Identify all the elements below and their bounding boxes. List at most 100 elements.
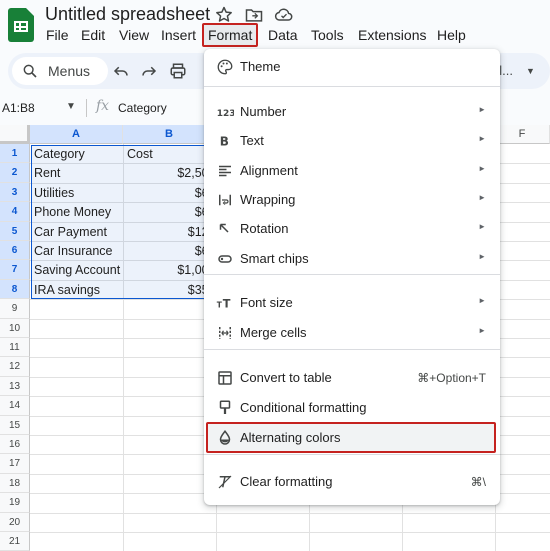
search-menus-button[interactable]: Menus — [12, 57, 108, 85]
font-size-icon: TT — [216, 294, 234, 312]
row-header-18[interactable]: 18 — [0, 473, 30, 494]
menu-extensions[interactable]: Extensions — [358, 23, 426, 47]
row-gridline — [30, 512, 550, 514]
menu-format[interactable]: Format — [202, 23, 259, 47]
menu-insert[interactable]: Insert — [161, 23, 196, 47]
format-menu-item-alternating-colors[interactable]: Alternating colors — [206, 422, 496, 453]
format-menu-item-wrapping[interactable]: Wrapping ► — [204, 186, 500, 214]
font-family-caret-icon[interactable]: ▼ — [526, 66, 535, 76]
cell-a1[interactable]: Category — [34, 147, 122, 161]
row-header-21[interactable]: 21 — [0, 532, 30, 551]
menu-view[interactable]: View — [119, 23, 149, 47]
svg-text:T: T — [217, 301, 223, 310]
submenu-arrow-icon: ► — [478, 252, 486, 261]
submenu-arrow-icon: ► — [478, 134, 486, 143]
menu-file[interactable]: File — [46, 23, 69, 47]
format-menu-item-smart-chips[interactable]: Smart chips ► — [204, 245, 500, 273]
formula-divider — [86, 99, 87, 117]
row-header-7[interactable]: 7 — [0, 260, 30, 280]
menu-item-label: Merge cells — [240, 325, 307, 340]
fill-drop-icon — [216, 429, 234, 447]
row-header-3[interactable]: 3 — [0, 182, 30, 203]
move-folder-icon[interactable] — [244, 5, 264, 25]
print-icon[interactable] — [169, 62, 187, 80]
column-header-b[interactable]: B — [123, 125, 216, 144]
redo-icon[interactable] — [140, 62, 158, 80]
menu-edit[interactable]: Edit — [81, 23, 105, 47]
row-header-11[interactable]: 11 — [0, 338, 30, 358]
cell-a5[interactable]: Car Payment — [34, 225, 122, 239]
row-header-8[interactable]: 8 — [0, 279, 30, 300]
chip-icon — [216, 250, 234, 268]
cell-a2[interactable]: Rent — [34, 166, 122, 180]
format-menu-item-merge-cells[interactable]: Merge cells ► — [204, 319, 500, 347]
select-all-corner[interactable] — [0, 125, 30, 144]
cell-b1[interactable]: Cost — [127, 147, 215, 161]
format-menu-item-number[interactable]: 123 Number ► — [204, 98, 500, 126]
menu-separator — [204, 86, 500, 87]
row-header-17[interactable]: 17 — [0, 454, 30, 474]
menu-item-label: Theme — [240, 59, 281, 74]
cloud-status-icon[interactable] — [274, 5, 294, 25]
align-icon — [216, 162, 234, 180]
menu-item-label: Convert to table — [240, 370, 332, 385]
row-header-16[interactable]: 16 — [0, 435, 30, 455]
row-header-12[interactable]: 12 — [0, 357, 30, 377]
number-format-icon: 123 — [216, 103, 236, 121]
cell-a4[interactable]: Phone Money — [34, 205, 122, 219]
row-header-2[interactable]: 2 — [0, 163, 30, 183]
submenu-arrow-icon: ► — [478, 164, 486, 173]
format-menu-item-rotation[interactable]: Rotation ► — [204, 215, 500, 243]
bold-icon: B — [216, 132, 234, 150]
column-header-a[interactable]: A — [30, 125, 123, 144]
star-icon[interactable] — [214, 5, 234, 25]
submenu-arrow-icon: ► — [478, 326, 486, 335]
keyboard-shortcut: ⌘+Option+T — [417, 371, 486, 385]
menu-tools[interactable]: Tools — [311, 23, 344, 47]
row-header-20[interactable]: 20 — [0, 512, 30, 532]
sheets-logo-icon[interactable] — [8, 8, 34, 42]
submenu-arrow-icon: ► — [478, 105, 486, 114]
row-header-4[interactable]: 4 — [0, 202, 30, 222]
menu-help[interactable]: Help — [437, 23, 466, 47]
menu-item-label: Conditional formatting — [240, 400, 367, 415]
keyboard-shortcut: ⌘\ — [470, 475, 486, 489]
menu-item-label: Alternating colors — [240, 430, 341, 445]
row-header-19[interactable]: 19 — [0, 493, 30, 513]
format-menu-item-theme[interactable]: Theme — [204, 53, 500, 81]
undo-icon[interactable] — [112, 62, 130, 80]
merge-icon — [216, 324, 234, 342]
menu-item-label: Rotation — [240, 221, 289, 236]
palette-icon — [216, 58, 234, 76]
menu-item-label: Clear formatting — [240, 474, 333, 489]
format-menu-item-convert-to-table[interactable]: Convert to table ⌘+Option+T — [204, 364, 500, 392]
cell-a3[interactable]: Utilities — [34, 186, 122, 200]
row-header-6[interactable]: 6 — [0, 241, 30, 261]
cell-a8[interactable]: IRA savings — [34, 283, 122, 297]
format-menu-item-text[interactable]: B Text ► — [204, 127, 500, 155]
format-menu-item-font-size[interactable]: T T Font size ► — [204, 289, 500, 317]
row-header-5[interactable]: 5 — [0, 221, 30, 241]
row-header-13[interactable]: 13 — [0, 376, 30, 397]
cell-a7[interactable]: Saving Account — [34, 263, 122, 277]
row-header-9[interactable]: 9 — [0, 299, 30, 319]
format-menu-item-clear-formatting[interactable]: Clear formatting ⌘\ — [204, 468, 500, 496]
svg-text:123: 123 — [217, 109, 234, 119]
name-box[interactable]: A1:B8 — [2, 101, 35, 115]
format-menu-item-conditional-formatting[interactable]: Conditional formatting — [204, 394, 500, 422]
search-menus-label: Menus — [48, 63, 91, 79]
format-menu-item-alignment[interactable]: Alignment ► — [204, 157, 500, 185]
conditional-format-icon — [216, 399, 234, 417]
menu-separator — [204, 454, 500, 455]
menu-data[interactable]: Data — [268, 23, 298, 47]
name-box-caret-icon[interactable]: ▼ — [66, 101, 76, 112]
row-header-1[interactable]: 1 — [0, 144, 30, 164]
row-gridline — [30, 532, 550, 533]
document-title[interactable]: Untitled spreadsheet — [45, 4, 210, 25]
row-header-10[interactable]: 10 — [0, 318, 30, 338]
formula-input[interactable]: Category — [118, 101, 167, 115]
cell-a6[interactable]: Car Insurance — [34, 244, 122, 258]
row-header-15[interactable]: 15 — [0, 415, 30, 435]
row-header-14[interactable]: 14 — [0, 396, 30, 416]
column-header-f[interactable]: F — [495, 125, 550, 144]
